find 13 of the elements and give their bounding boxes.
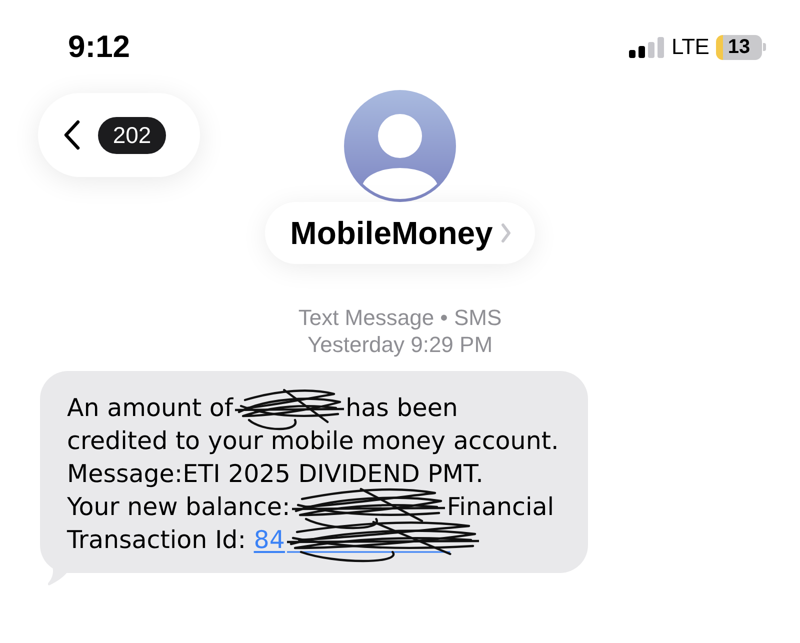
signal-icon bbox=[629, 36, 664, 58]
chevron-left-icon bbox=[62, 119, 82, 151]
unread-count-badge: 202 bbox=[98, 116, 166, 154]
contact-name-button[interactable]: MobileMoney bbox=[265, 202, 535, 264]
back-button[interactable]: 202 bbox=[38, 93, 200, 177]
message-text: An amount of has been credited to your mobile money account. Message:ETI 2025 DIVIDEND PMT. Your new balance: Financial Transaction Id: 84 bbox=[67, 391, 568, 556]
message-timestamp: Yesterday 9:29 PM bbox=[307, 331, 493, 358]
battery-indicator: 13 bbox=[716, 34, 766, 60]
status-time: 9:12 bbox=[68, 29, 130, 65]
message-service: Text Message • SMS bbox=[298, 304, 502, 331]
person-avatar-icon bbox=[344, 90, 456, 202]
network-type: LTE bbox=[671, 34, 709, 60]
chevron-right-icon bbox=[500, 223, 511, 243]
